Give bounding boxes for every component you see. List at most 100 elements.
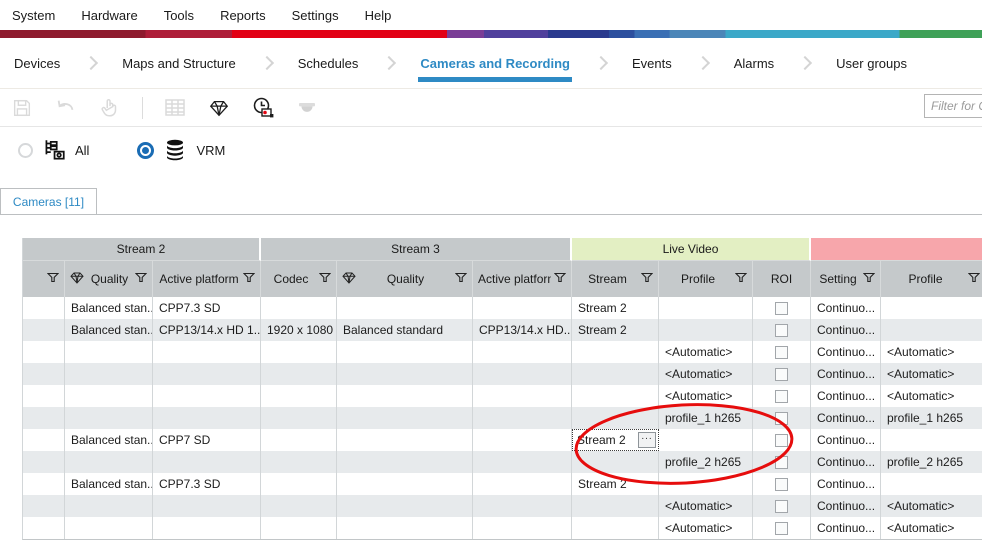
- cell-active-platform[interactable]: CPP7.3 SD: [153, 473, 261, 495]
- cell-quality[interactable]: [337, 341, 473, 363]
- cell-roi[interactable]: [753, 363, 811, 385]
- column-header-0[interactable]: [23, 261, 65, 297]
- column-header-quality[interactable]: Quality: [337, 261, 473, 297]
- cell-stream[interactable]: Stream 2: [572, 473, 659, 495]
- cell-quality[interactable]: [65, 517, 153, 539]
- cell-active-platform[interactable]: [153, 495, 261, 517]
- filter-icon[interactable]: [735, 272, 747, 286]
- cell-0[interactable]: [23, 407, 65, 429]
- cell-stream[interactable]: Stream 2: [572, 297, 659, 319]
- cell-codec[interactable]: [261, 385, 337, 407]
- cell-codec[interactable]: [261, 297, 337, 319]
- cell-active-platform[interactable]: [153, 363, 261, 385]
- nav-events[interactable]: Events: [630, 42, 674, 85]
- roi-checkbox[interactable]: [775, 324, 788, 337]
- cell-quality[interactable]: [65, 495, 153, 517]
- cell-active-platform[interactable]: [473, 385, 572, 407]
- cell-profile[interactable]: [881, 297, 982, 319]
- cell-0[interactable]: [23, 297, 65, 319]
- cell-profile[interactable]: [659, 319, 753, 341]
- cell-setting[interactable]: Continuo...: [811, 385, 881, 407]
- cell-0[interactable]: [23, 363, 65, 385]
- cell-0[interactable]: [23, 451, 65, 473]
- cell-roi[interactable]: [753, 429, 811, 451]
- cell-roi[interactable]: [753, 297, 811, 319]
- cell-setting[interactable]: Continuo...: [811, 363, 881, 385]
- cell-codec[interactable]: [261, 429, 337, 451]
- nav-alarms[interactable]: Alarms: [732, 42, 776, 85]
- cell-roi[interactable]: [753, 451, 811, 473]
- column-header-stream[interactable]: Stream: [572, 261, 659, 297]
- cell-quality[interactable]: Balanced stan...: [65, 473, 153, 495]
- cell-active-platform[interactable]: [473, 495, 572, 517]
- cell-active-platform[interactable]: CPP13/14.x HD...: [473, 319, 572, 341]
- menu-system[interactable]: System: [12, 8, 55, 23]
- cell-roi[interactable]: [753, 473, 811, 495]
- pan-hand-icon[interactable]: [98, 96, 122, 120]
- cell-profile[interactable]: [881, 473, 982, 495]
- menu-reports[interactable]: Reports: [220, 8, 266, 23]
- column-header-active-platform[interactable]: Active platform: [153, 261, 261, 297]
- cell-profile[interactable]: <Automatic>: [881, 341, 982, 363]
- dome-camera-icon[interactable]: [295, 96, 319, 120]
- cell-roi[interactable]: [753, 495, 811, 517]
- cell-quality[interactable]: [337, 495, 473, 517]
- roi-checkbox[interactable]: [775, 346, 788, 359]
- cell-0[interactable]: [23, 319, 65, 341]
- scheduled-recording-icon[interactable]: [251, 96, 275, 120]
- menu-hardware[interactable]: Hardware: [81, 8, 137, 23]
- roi-checkbox[interactable]: [775, 522, 788, 535]
- cell-stream[interactable]: [572, 363, 659, 385]
- cell-quality[interactable]: [65, 451, 153, 473]
- cell-0[interactable]: [23, 341, 65, 363]
- cell-0[interactable]: [23, 517, 65, 539]
- cell-active-platform[interactable]: [153, 385, 261, 407]
- nav-devices[interactable]: Devices: [12, 42, 62, 85]
- nav-cameras-and-recording[interactable]: Cameras and Recording: [418, 42, 572, 85]
- cell-codec[interactable]: [261, 407, 337, 429]
- cell-roi[interactable]: [753, 319, 811, 341]
- undo-icon[interactable]: [54, 96, 78, 120]
- cell-active-platform[interactable]: [473, 429, 572, 451]
- menu-settings[interactable]: Settings: [292, 8, 339, 23]
- cell-active-platform[interactable]: [473, 517, 572, 539]
- option-all[interactable]: All: [18, 137, 89, 163]
- nav-user-groups[interactable]: User groups: [834, 42, 909, 85]
- vrm-radio[interactable]: [137, 142, 154, 159]
- cell-codec[interactable]: [261, 473, 337, 495]
- cell-roi[interactable]: [753, 341, 811, 363]
- menu-tools[interactable]: Tools: [164, 8, 194, 23]
- cell-quality[interactable]: [337, 363, 473, 385]
- cell-setting[interactable]: Continuo...: [811, 297, 881, 319]
- roi-checkbox[interactable]: [775, 500, 788, 513]
- cell-profile[interactable]: [881, 429, 982, 451]
- cell-active-platform[interactable]: [473, 341, 572, 363]
- cell-codec[interactable]: [261, 341, 337, 363]
- cell-profile[interactable]: <Automatic>: [659, 341, 753, 363]
- cell-active-platform[interactable]: [473, 473, 572, 495]
- cell-active-platform[interactable]: [473, 451, 572, 473]
- cell-quality[interactable]: [337, 407, 473, 429]
- all-radio[interactable]: [18, 143, 33, 158]
- cell-stream[interactable]: [572, 341, 659, 363]
- cell-0[interactable]: [23, 385, 65, 407]
- filter-icon[interactable]: [641, 272, 653, 286]
- cell-profile[interactable]: <Automatic>: [659, 517, 753, 539]
- filter-icon[interactable]: [554, 272, 566, 286]
- cell-setting[interactable]: Continuo...: [811, 495, 881, 517]
- cell-codec[interactable]: 1920 x 1080: [261, 319, 337, 341]
- cell-quality[interactable]: [337, 451, 473, 473]
- cell-profile[interactable]: [659, 297, 753, 319]
- tab-cameras[interactable]: Cameras [11]: [0, 188, 97, 214]
- cell-active-platform[interactable]: [473, 297, 572, 319]
- cell-0[interactable]: [23, 495, 65, 517]
- roi-checkbox[interactable]: [775, 478, 788, 491]
- cell-quality[interactable]: Balanced stan...: [65, 319, 153, 341]
- cell-profile[interactable]: <Automatic>: [881, 495, 982, 517]
- cell-quality[interactable]: [337, 429, 473, 451]
- cell-profile[interactable]: <Automatic>: [881, 363, 982, 385]
- cell-quality[interactable]: [65, 341, 153, 363]
- cell-active-platform[interactable]: [153, 407, 261, 429]
- cell-stream[interactable]: [572, 517, 659, 539]
- filter-icon[interactable]: [47, 272, 59, 286]
